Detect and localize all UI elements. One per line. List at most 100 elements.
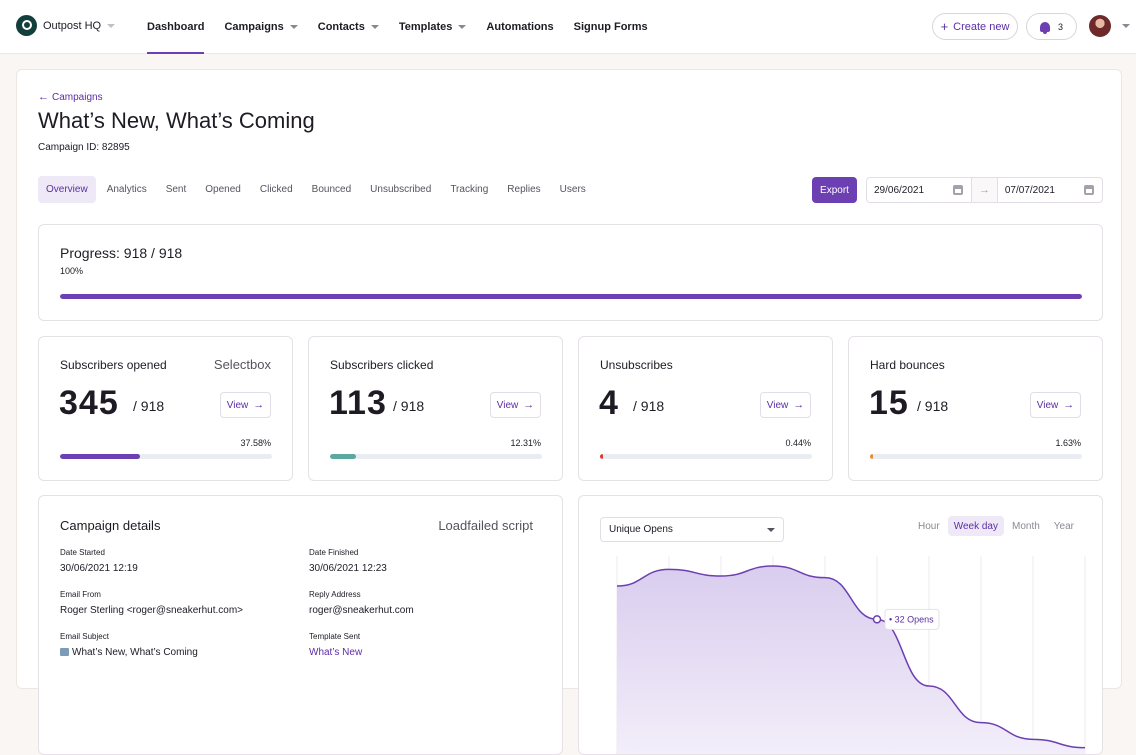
back-to-campaigns-link[interactable]: ← Campaigns: [38, 91, 103, 103]
back-link-label: Campaigns: [52, 91, 103, 103]
stat-percent: 12.31%: [510, 438, 541, 448]
stat-value: 113: [329, 384, 387, 422]
page-title: What’s New, What’s Coming: [38, 108, 315, 133]
stat-card-clicked: Subscribers clicked 113 / 918 View → 12.3…: [308, 336, 563, 481]
view-clicked-button[interactable]: View →: [490, 392, 541, 418]
date-started-label: Date Started: [60, 548, 105, 557]
granularity-year[interactable]: Year: [1048, 516, 1080, 536]
progress-title: Progress: 918 / 918: [60, 245, 183, 261]
stat-title: Hard bounces: [870, 358, 945, 372]
date-to-field[interactable]: 07/07/2021: [998, 178, 1102, 202]
opens-area-chart: • 32 Opens: [616, 556, 1086, 754]
nav-automations-label: Automations: [486, 21, 554, 33]
main-nav: Dashboard Campaigns Contacts Templates A…: [147, 0, 668, 54]
nav-templates-label: Templates: [398, 21, 453, 33]
top-navigation: Outpost HQ Dashboard Campaigns Contacts …: [0, 0, 1136, 54]
stat-value: 345: [59, 384, 119, 422]
reply-address-value: roger@sneakerhut.com: [309, 605, 414, 616]
granularity-hour[interactable]: Hour: [912, 516, 946, 536]
date-finished-label: Date Finished: [309, 548, 359, 557]
nav-dashboard[interactable]: Dashboard: [147, 0, 205, 54]
stat-bar: [870, 454, 1082, 459]
progress-bar-fill: [60, 294, 1082, 299]
tab-clicked[interactable]: Clicked: [252, 176, 301, 203]
granularity-month[interactable]: Month: [1006, 516, 1046, 536]
tab-analytics[interactable]: Analytics: [99, 176, 155, 203]
create-new-button[interactable]: + Create new: [932, 13, 1018, 40]
email-subject-value: What’s New, What’s Coming: [60, 647, 198, 658]
metric-select-value: Unique Opens: [609, 524, 673, 535]
tab-overview[interactable]: Overview: [38, 176, 96, 203]
tab-tracking[interactable]: Tracking: [442, 176, 496, 203]
date-started-value: 30/06/2021 12:19: [60, 563, 138, 574]
stat-bar-fill: [600, 454, 604, 459]
arrow-right-icon: →: [1063, 399, 1075, 411]
nav-signup-forms-label: Signup Forms: [573, 21, 648, 33]
nav-automations[interactable]: Automations: [486, 0, 553, 54]
nav-contacts[interactable]: Contacts: [318, 0, 379, 54]
date-to-value: 07/07/2021: [1004, 184, 1055, 196]
tab-unsubscribed[interactable]: Unsubscribed: [362, 176, 439, 203]
stat-total: / 918: [633, 398, 665, 414]
user-avatar[interactable]: [1089, 15, 1111, 37]
nav-templates[interactable]: Templates: [399, 0, 467, 54]
nav-campaigns-label: Campaigns: [224, 21, 284, 33]
template-sent-link[interactable]: What’s New: [309, 647, 362, 658]
export-button[interactable]: Export: [812, 177, 857, 203]
reply-address-label: Reply Address: [309, 590, 361, 599]
email-from-value: Roger Sterling <roger@sneakerhut.com>: [60, 605, 244, 616]
bell-icon: [1039, 21, 1050, 34]
opens-chart-card: Unique Opens Hour Week day Month Year • …: [578, 495, 1103, 755]
view-bounces-button[interactable]: View →: [1030, 392, 1081, 418]
view-label: View: [1036, 399, 1059, 411]
stat-percent: 1.63%: [1055, 438, 1081, 448]
email-subject-text: What’s New, What’s Coming: [72, 647, 198, 658]
stat-bar-fill: [330, 454, 357, 459]
view-label: View: [496, 399, 519, 411]
brand-logo-icon: [16, 15, 37, 36]
newspaper-icon: [60, 648, 69, 656]
stat-title: Unsubscribes: [600, 358, 673, 372]
view-label: View: [226, 399, 249, 411]
tab-opened[interactable]: Opened: [197, 176, 249, 203]
date-from-field[interactable]: 29/06/2021: [867, 178, 971, 202]
progress-percent: 100%: [60, 266, 84, 276]
stat-selectbox[interactable]: Selectbox: [214, 357, 271, 372]
stat-total: / 918: [133, 398, 165, 414]
nav-dashboard-label: Dashboard: [147, 21, 205, 33]
nav-signup-forms[interactable]: Signup Forms: [574, 0, 648, 54]
email-from-label: Email From: [60, 590, 101, 599]
details-script-placeholder: Loadfailed script: [438, 518, 533, 533]
notifications-button[interactable]: 3: [1026, 13, 1077, 40]
chevron-down-icon: [289, 25, 298, 29]
data-point-highlight: [872, 615, 882, 624]
view-opened-button[interactable]: View →: [220, 392, 271, 418]
campaign-details-card: Campaign details Loadfailed script Date …: [38, 495, 563, 755]
granularity-week-day[interactable]: Week day: [947, 516, 1004, 536]
arrow-right-icon: →: [793, 399, 805, 411]
arrow-right-icon: →: [971, 178, 998, 202]
nav-campaigns[interactable]: Campaigns: [224, 0, 298, 54]
tab-replies[interactable]: Replies: [499, 176, 548, 203]
metric-select[interactable]: Unique Opens: [600, 517, 784, 542]
calendar-icon: [1084, 185, 1094, 195]
plus-icon: +: [940, 19, 949, 34]
stat-card-opened: Subscribers opened Selectbox 345 / 918 V…: [38, 336, 293, 481]
view-unsubscribes-button[interactable]: View →: [760, 392, 811, 418]
chevron-down-icon[interactable]: [1122, 24, 1130, 28]
tab-sent[interactable]: Sent: [158, 176, 195, 203]
campaign-id: Campaign ID: 82895: [38, 142, 130, 153]
tab-bounced[interactable]: Bounced: [304, 176, 359, 203]
stat-title: Subscribers opened: [60, 358, 167, 372]
tooltip-label: • 32 Opens: [889, 614, 934, 624]
tab-users[interactable]: Users: [552, 176, 594, 203]
chevron-down-icon: [107, 23, 116, 28]
stat-bar: [60, 454, 272, 459]
chevron-down-icon: [767, 527, 775, 532]
nav-contacts-label: Contacts: [317, 21, 365, 33]
view-label: View: [766, 399, 789, 411]
date-from-value: 29/06/2021: [874, 184, 925, 196]
chevron-down-icon: [458, 25, 467, 29]
series-area: [617, 566, 1085, 754]
workspace-switcher[interactable]: Outpost HQ: [16, 15, 116, 36]
